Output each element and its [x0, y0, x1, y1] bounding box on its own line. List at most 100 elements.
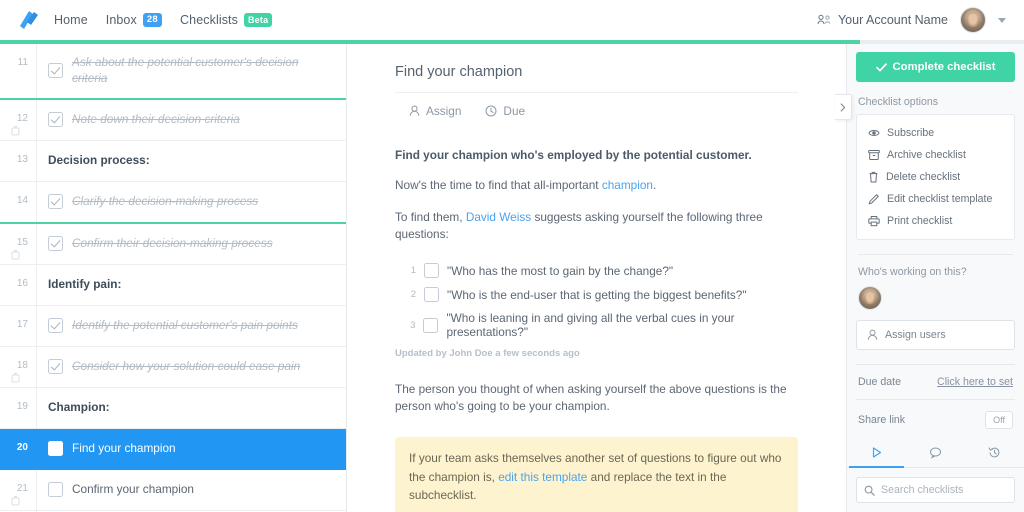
checklist-row-number-label: 13 [16, 153, 28, 165]
assign-users-button[interactable]: Assign users [856, 320, 1015, 350]
account-menu-button[interactable]: Your Account Name [817, 13, 948, 27]
checklist-option-print-checklist[interactable]: Print checklist [857, 210, 1014, 232]
subchecklist-item-label: "Who is leaning in and giving all the ve… [446, 311, 735, 340]
subchecklist-item-checkbox[interactable] [423, 317, 439, 333]
checklist-row-number-label: 17 [16, 318, 28, 330]
checklist-row-number-label: 12 [16, 112, 28, 124]
collapse-panel-toggle[interactable] [835, 94, 852, 120]
avatar[interactable] [960, 7, 986, 33]
checklist-row-number: 12 [0, 100, 36, 136]
search-checklists-box[interactable] [856, 477, 1018, 503]
checklist-row-content: Champion: [36, 387, 346, 428]
checklist-heading-row[interactable]: 19 Champion: [0, 387, 346, 429]
updated-by-label: Updated by John Doe a few seconds ago [395, 348, 580, 360]
chevron-down-icon[interactable] [998, 17, 1006, 23]
checklist-option-delete-checklist[interactable]: Delete checklist [857, 166, 1014, 188]
checklist-row-content: Find your champion [36, 429, 346, 469]
checklist-option-edit-checklist-template[interactable]: Edit checklist template [857, 188, 1014, 210]
main-body: 11 Ask about the potential customer's dec… [0, 44, 1024, 512]
process-street-logo-icon[interactable] [14, 8, 40, 32]
checklist-row-number: 14 [0, 182, 36, 206]
complete-checklist-label: Complete checklist [892, 61, 996, 73]
search-input[interactable] [881, 484, 1018, 496]
check-icon [875, 62, 887, 72]
david-weiss-link[interactable]: David Weiss [466, 210, 531, 224]
nav-link-home-label: Home [54, 13, 88, 27]
checklist-task-row[interactable]: 14 Clarify the decision-making process [0, 181, 346, 224]
task-lead-text: Find your champion who's employed by the… [395, 148, 752, 162]
checklist-row-content: Decision process: [36, 140, 346, 181]
subchecklist-item-checkbox[interactable] [424, 263, 439, 279]
checklist-task-row[interactable]: 15 Confirm their decision-making process [0, 223, 346, 265]
checklist-row-content: Identify the potential customer's pain p… [36, 305, 346, 346]
checklist-item-checkbox[interactable] [48, 236, 63, 252]
checklist-item-label: Consider how your solution could ease pa… [72, 358, 301, 373]
champion-link[interactable]: champion [602, 178, 653, 192]
checklist-task-row[interactable]: 18 Consider how your solution could ease … [0, 346, 346, 388]
checklist-row-number: 20 [0, 429, 36, 453]
checklist-item-checkbox[interactable] [48, 63, 63, 79]
nav-right-cluster: Your Account Name [817, 7, 1010, 33]
who-is-working-title: Who's working on this? [858, 266, 967, 278]
checklist-row-number: 17 [0, 306, 36, 330]
subchecklist-item[interactable]: 2 "Who is the end-user that is getting th… [407, 287, 798, 303]
assign-button[interactable]: Assign [409, 104, 461, 118]
checklist-item-label: Confirm their decision-making process [72, 235, 273, 250]
task-detail-panel: Find your champion Assign Due Find your … [347, 44, 847, 512]
subchecklist-item[interactable]: 3 "Who is leaning in and giving all the v… [407, 311, 798, 339]
nav-link-checklists-label: Checklists [180, 13, 238, 27]
checklist-item-checkbox[interactable] [48, 441, 63, 457]
checklist-row-number: 13 [0, 141, 36, 165]
due-button[interactable]: Due [485, 104, 525, 118]
checklist-item-checkbox[interactable] [48, 482, 63, 498]
checklist-option-archive-checklist[interactable]: Archive checklist [857, 144, 1014, 166]
stopwatch-icon [0, 495, 28, 506]
checklist-row-content: Confirm their decision-making process [36, 223, 346, 264]
checklist-row-content: Confirm your champion [36, 469, 346, 510]
template-note-callout: If your team asks themselves another set… [395, 437, 798, 512]
printer-icon [868, 215, 880, 227]
checklist-task-row[interactable]: 12 Note down their decision criteria [0, 99, 346, 141]
checklist-item-label: Ask about the potential customer's decis… [72, 55, 299, 85]
subchecklist-item[interactable]: 1 "Who has the most to gain by the change… [407, 263, 798, 279]
complete-checklist-button[interactable]: Complete checklist [856, 52, 1015, 82]
pencil-icon [868, 193, 880, 205]
checklist-item-checkbox[interactable] [48, 359, 63, 375]
tab-comments[interactable] [906, 436, 965, 467]
checklist-heading-row[interactable]: 13 Decision process: [0, 140, 346, 182]
person-icon [409, 105, 420, 117]
subchecklist-item-checkbox[interactable] [424, 287, 439, 303]
checklist-row-number: 21 [0, 470, 36, 506]
checklist-item-checkbox[interactable] [48, 112, 63, 128]
due-date-row: Due date Click here to set [856, 364, 1015, 400]
edit-this-template-link[interactable]: edit this template [498, 470, 587, 484]
assign-users-label: Assign users [885, 329, 946, 341]
checklist-item-checkbox[interactable] [48, 194, 63, 210]
checklist-heading-row[interactable]: 16 Identify pain: [0, 264, 346, 306]
tab-activity[interactable] [847, 436, 906, 468]
assignee-avatar[interactable] [858, 286, 882, 310]
tab-history[interactable] [965, 436, 1024, 467]
checklist-task-row[interactable]: 20 Find your champion [0, 428, 346, 470]
checklist-item-checkbox[interactable] [48, 318, 63, 334]
checklist-row-content: Note down their decision criteria [36, 99, 346, 140]
share-link-toggle[interactable]: Off [985, 411, 1013, 429]
due-date-set-link[interactable]: Click here to set [937, 376, 1013, 388]
top-navigation-bar: Home Inbox 28 Checklists Beta Your Accou… [0, 0, 1024, 40]
checklist-row-number-label: 18 [16, 359, 28, 371]
person-icon [867, 329, 878, 341]
nav-link-home[interactable]: Home [54, 13, 88, 27]
checklist-items-panel[interactable]: 11 Ask about the potential customer's dec… [0, 44, 347, 512]
nav-link-checklists[interactable]: Checklists Beta [180, 13, 273, 27]
activity-tabs [847, 436, 1024, 468]
checklist-task-row[interactable]: 11 Ask about the potential customer's dec… [0, 44, 346, 100]
checklist-task-row[interactable]: 17 Identify the potential customer's pain… [0, 305, 346, 347]
history-icon [988, 446, 1001, 459]
checklist-option-label: Archive checklist [887, 149, 966, 161]
checklist-row-number-label: 14 [16, 194, 28, 206]
checklist-option-subscribe[interactable]: Subscribe [857, 122, 1014, 144]
checklist-row-number: 11 [0, 44, 36, 68]
nav-link-inbox[interactable]: Inbox 28 [106, 13, 163, 27]
eye-icon [868, 127, 880, 139]
checklist-task-row[interactable]: 21 Confirm your champion [0, 469, 346, 511]
